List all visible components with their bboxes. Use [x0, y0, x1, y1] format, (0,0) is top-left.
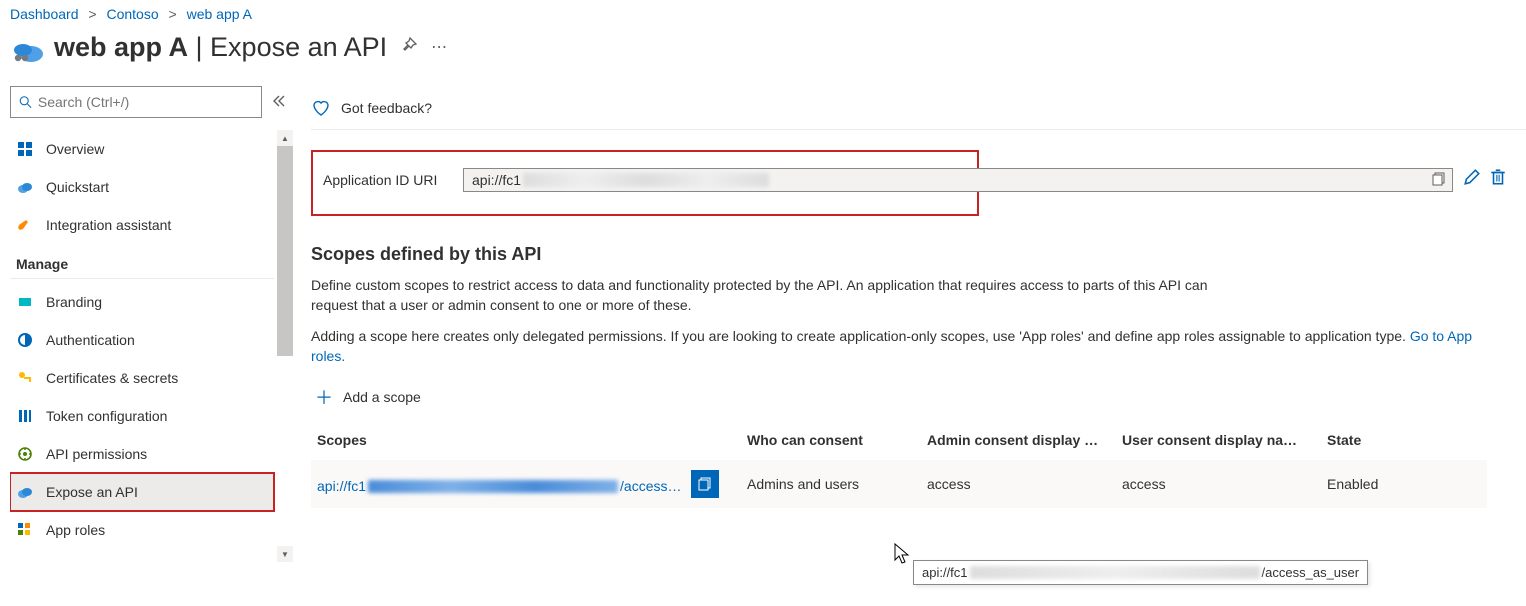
col-admin-consent[interactable]: Admin consent display … [921, 424, 1116, 460]
application-id-uri-value: api://fc1 [472, 172, 521, 188]
sidebar-item-label: App roles [46, 522, 105, 538]
edit-icon[interactable] [1463, 168, 1481, 186]
add-scope-label: Add a scope [343, 389, 421, 405]
expose-api-icon [16, 483, 34, 501]
main-content: Got feedback? Application ID URI api://f… [293, 86, 1526, 592]
redacted-text [970, 566, 1260, 579]
breadcrumb-contoso[interactable]: Contoso [106, 6, 158, 22]
breadcrumb-dashboard[interactable]: Dashboard [10, 6, 79, 22]
cell-state: Enabled [1321, 460, 1487, 508]
scroll-thumb[interactable] [277, 146, 293, 356]
scope-tooltip: api://fc1/access_as_user [913, 560, 1368, 585]
scopes-description-2: Adding a scope here creates only delegat… [311, 326, 1491, 367]
feedback-button[interactable]: Got feedback? [311, 98, 432, 118]
redacted-text [523, 173, 769, 187]
page-title: web app A | Expose an API [54, 32, 387, 63]
search-icon [19, 95, 32, 109]
branding-icon [16, 293, 34, 311]
cell-who: Admins and users [741, 460, 921, 508]
application-id-uri-label: Application ID URI [323, 172, 469, 188]
sidebar-item-label: API permissions [46, 446, 147, 462]
app-roles-icon [16, 521, 34, 539]
sidebar-item-authentication[interactable]: Authentication [10, 321, 274, 359]
page-header: web app A | Expose an API ⋯ [0, 24, 1526, 86]
sidebar-item-certificates-secrets[interactable]: Certificates & secrets [10, 359, 274, 397]
quickstart-icon [16, 178, 34, 196]
more-icon[interactable]: ⋯ [431, 37, 447, 57]
sidebar-item-integration-assistant[interactable]: Integration assistant [10, 206, 274, 244]
sidebar-item-api-permissions[interactable]: API permissions [10, 435, 274, 473]
sidebar-item-app-roles[interactable]: App roles [10, 511, 274, 549]
col-who-can-consent[interactable]: Who can consent [741, 424, 921, 460]
scopes-heading: Scopes defined by this API [311, 244, 1526, 265]
col-scopes[interactable]: Scopes [311, 424, 741, 460]
sidebar-item-label: Authentication [46, 332, 135, 348]
authentication-icon [16, 331, 34, 349]
add-scope-button[interactable]: ＋ Add a scope [315, 384, 1526, 410]
sidebar-item-overview[interactable]: Overview [10, 130, 274, 168]
sidebar-item-label: Expose an API [46, 484, 138, 500]
command-bar: Got feedback? [311, 86, 1526, 130]
app-registration-icon [10, 30, 44, 64]
sidebar-item-expose-an-api[interactable]: Expose an API [10, 473, 274, 511]
sidebar-item-label: Token configuration [46, 408, 167, 424]
plus-icon: ＋ [315, 384, 333, 410]
copy-scope-button[interactable] [691, 470, 719, 498]
scope-link[interactable]: api://fc1/access… [317, 478, 682, 494]
owners-icon [16, 559, 34, 562]
sidebar-scrollbar[interactable]: ▲ ▼ [277, 130, 293, 562]
col-user-consent[interactable]: User consent display na… [1116, 424, 1321, 460]
search-field[interactable] [38, 94, 253, 110]
sidebar-section-manage: Manage [10, 244, 274, 279]
table-row[interactable]: api://fc1/access… Admins and users acces… [311, 460, 1487, 508]
search-input[interactable] [10, 86, 262, 118]
breadcrumb: Dashboard > Contoso > web app A [0, 0, 1526, 24]
scroll-up-icon[interactable]: ▲ [277, 130, 293, 146]
scopes-table: Scopes Who can consent Admin consent dis… [311, 424, 1487, 508]
sidebar-item-owners[interactable]: Owners [10, 549, 274, 562]
sidebar-item-quickstart[interactable]: Quickstart [10, 168, 274, 206]
sidebar-item-label: Owners [46, 560, 94, 562]
cell-user: access [1116, 460, 1321, 508]
key-icon [16, 369, 34, 387]
sidebar-item-label: Overview [46, 141, 104, 157]
breadcrumb-sep-icon: > [169, 6, 177, 22]
sidebar-item-token-configuration[interactable]: Token configuration [10, 397, 274, 435]
copy-icon [698, 477, 712, 491]
sidebar-item-label: Quickstart [46, 179, 109, 195]
scroll-down-icon[interactable]: ▼ [277, 546, 293, 562]
feedback-label: Got feedback? [341, 100, 432, 116]
delete-icon[interactable] [1489, 168, 1507, 186]
overview-icon [16, 140, 34, 158]
breadcrumb-webapp[interactable]: web app A [187, 6, 252, 22]
breadcrumb-sep-icon: > [88, 6, 96, 22]
api-permissions-icon [16, 445, 34, 463]
redacted-text [368, 480, 618, 493]
col-state[interactable]: State [1321, 424, 1487, 460]
scopes-description-1: Define custom scopes to restrict access … [311, 275, 1251, 316]
pin-icon[interactable] [401, 37, 417, 58]
sidebar: Overview Quickstart Integration assistan… [0, 86, 293, 592]
cell-admin: access [921, 460, 1116, 508]
sidebar-item-label: Branding [46, 294, 102, 310]
sidebar-item-branding[interactable]: Branding [10, 283, 274, 321]
copy-icon[interactable] [1432, 172, 1446, 189]
heart-icon [311, 98, 331, 118]
application-id-uri-field[interactable]: api://fc1 [463, 168, 1453, 192]
sidebar-item-label: Integration assistant [46, 217, 171, 233]
rocket-icon [16, 216, 34, 234]
token-icon [16, 407, 34, 425]
cursor-icon [893, 542, 913, 566]
collapse-sidebar-icon[interactable] [272, 94, 286, 111]
sidebar-item-label: Certificates & secrets [46, 370, 178, 386]
